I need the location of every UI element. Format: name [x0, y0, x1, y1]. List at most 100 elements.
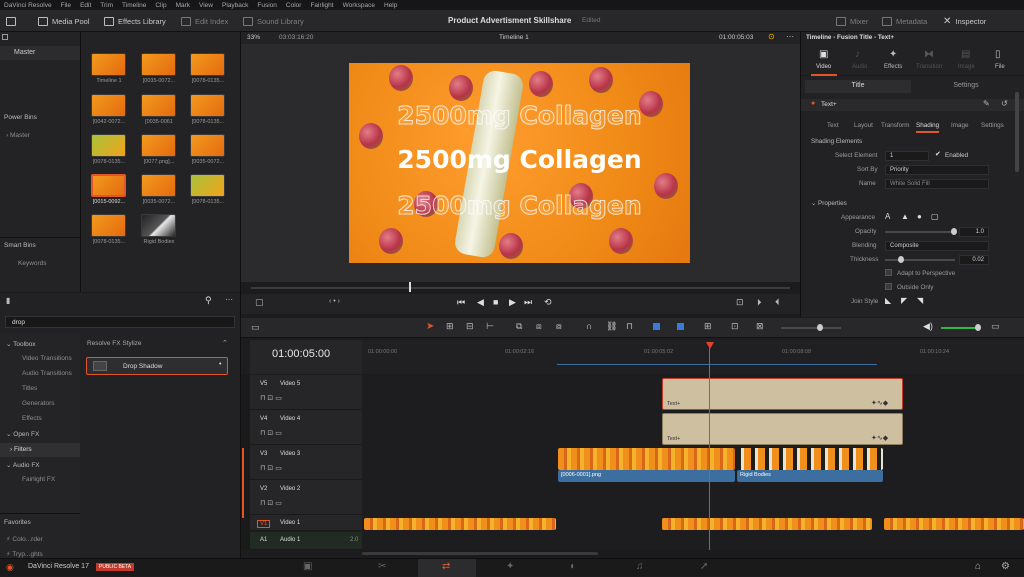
color-page-icon[interactable]: ◐	[570, 561, 576, 572]
track-lock-icon[interactable]: ⊓ ⊡ ▭	[260, 464, 282, 472]
menu-fairlight[interactable]: Fairlight	[310, 2, 333, 9]
timeline-view-icon[interactable]: ▭	[251, 322, 260, 333]
tree-video-transitions[interactable]: Video Transitions	[22, 355, 72, 362]
opacity-slider-handle[interactable]	[951, 228, 957, 235]
power-bin-master[interactable]: › Master	[6, 132, 30, 139]
media-thumb[interactable]	[190, 94, 225, 117]
media-thumb[interactable]	[190, 174, 225, 197]
last-frame-icon[interactable]: ⏭	[524, 297, 532, 308]
tab-image[interactable]: ▤ Image	[953, 44, 979, 76]
inspector-button[interactable]: ✕ Inspector	[943, 14, 986, 28]
join-bevel-icon[interactable]: ◥	[917, 296, 923, 305]
pencil-icon[interactable]: ✎	[983, 99, 990, 108]
first-frame-icon[interactable]: ⏮	[457, 297, 465, 308]
menu-help[interactable]: Help	[384, 2, 397, 9]
link-icon[interactable]: ⛓	[606, 321, 617, 332]
favorite-dot-icon[interactable]: •	[219, 361, 221, 368]
edit-page-tab[interactable]: ⇄	[418, 559, 476, 577]
media-thumb[interactable]	[141, 214, 176, 237]
media-thumb-selected[interactable]	[91, 174, 126, 197]
out-point-icon[interactable]: ⏴	[775, 297, 780, 308]
metadata-button[interactable]: Metadata	[882, 14, 927, 28]
dynamic-trim-icon[interactable]: ⊟	[466, 321, 474, 332]
outside-only-checkbox[interactable]	[885, 283, 892, 290]
zoom-level[interactable]: 33%	[247, 34, 260, 41]
tab-video[interactable]: ▣ Video	[811, 44, 837, 76]
loop-icon[interactable]: ⟲	[544, 297, 552, 308]
media-thumb[interactable]	[91, 53, 126, 76]
media-thumb[interactable]	[190, 134, 225, 157]
fairlight-page-icon[interactable]: ♫	[636, 561, 644, 572]
tree-open-fx[interactable]: ⌄ Open FX	[6, 430, 39, 438]
timeline-scroll-thumb[interactable]	[362, 552, 598, 555]
favorite-item[interactable]: ⚡ Tryp...ghts	[6, 550, 43, 558]
media-pool-button[interactable]: Media Pool	[38, 14, 90, 28]
appearance-fill-icon[interactable]: ▲	[901, 212, 909, 221]
media-thumb[interactable]	[141, 174, 176, 197]
tree-effects[interactable]: Effects	[22, 415, 42, 422]
tree-audio-transitions[interactable]: Audio Transitions	[22, 370, 72, 377]
tab-effects[interactable]: ✦ Effects	[881, 44, 907, 76]
rigid-bodies-label-bar[interactable]: Rigid Bodies	[737, 470, 883, 482]
track-header-v5[interactable]: V5 Video 5 ⊓ ⊡ ▭	[250, 375, 362, 410]
reset-icon[interactable]: ↺	[1001, 99, 1008, 108]
track-header-v1[interactable]: V1 Video 1	[250, 515, 362, 531]
text-tab-transform[interactable]: Transform	[881, 122, 909, 129]
timeline-selector[interactable]: Timeline 1	[499, 34, 529, 41]
join-miter-icon[interactable]: ◣	[885, 296, 891, 305]
flag-icon[interactable]	[653, 323, 660, 330]
cut-page-icon[interactable]: ✂	[378, 561, 386, 572]
name-field[interactable]: White Solid Fill	[885, 179, 989, 189]
tab-audio[interactable]: ♪ Audio	[847, 44, 873, 76]
settings-gear-icon[interactable]: ⚙	[1001, 561, 1010, 572]
media-thumb[interactable]	[141, 53, 176, 76]
tree-toolbox[interactable]: ⌄ Toolbox	[6, 340, 36, 348]
zoom-full-icon[interactable]: ⊞	[704, 321, 712, 332]
video-clip-v1[interactable]	[884, 518, 1024, 530]
zoom-slider-handle[interactable]	[817, 324, 823, 331]
enabled-checkbox[interactable]: ✔	[935, 150, 941, 158]
effects-more-icon[interactable]: ⋯	[225, 295, 233, 304]
fusion-page-icon[interactable]: ✦	[506, 561, 514, 572]
media-thumb[interactable]	[141, 134, 176, 157]
deliver-page-icon[interactable]: ➚	[700, 561, 708, 572]
menu-clip[interactable]: Clip	[155, 2, 166, 9]
tree-fairlight-fx[interactable]: Fairlight FX	[22, 476, 55, 483]
panel-toggle[interactable]	[6, 14, 16, 28]
blending-dropdown[interactable]: Composite	[885, 241, 989, 251]
play-icon[interactable]: ▶	[509, 297, 516, 308]
join-round-icon[interactable]: ◤	[901, 296, 907, 305]
tree-generators[interactable]: Generators	[22, 400, 55, 407]
video-clip-v1[interactable]	[364, 518, 556, 530]
reverse-icon[interactable]: ◀	[477, 297, 484, 308]
rigid-bodies-clip-v3[interactable]	[737, 448, 883, 470]
tree-titles[interactable]: Titles	[22, 385, 37, 392]
menu-file[interactable]: File	[61, 2, 71, 9]
collapse-icon[interactable]: ⌃	[222, 339, 228, 347]
trim-tool-icon[interactable]: ⊞	[446, 321, 454, 332]
insert-clip-icon[interactable]: ⧉	[516, 321, 522, 332]
drop-shadow-effect[interactable]: Drop Shadow •	[86, 357, 228, 375]
text-tab-layout[interactable]: Layout	[854, 122, 873, 129]
menu-workspace[interactable]: Workspace	[343, 2, 375, 9]
menu-fusion[interactable]: Fusion	[257, 2, 277, 9]
sort-by-dropdown[interactable]: Priority	[885, 165, 989, 175]
marker-icon[interactable]	[677, 323, 684, 330]
snapping-icon[interactable]: ∩	[586, 321, 592, 331]
track-lock-icon[interactable]: ⊓ ⊡ ▭	[260, 394, 282, 402]
subtab-settings[interactable]: Settings	[913, 80, 1019, 93]
track-lock-icon[interactable]: ⊓ ⊡ ▭	[260, 499, 282, 507]
effects-library-button[interactable]: Effects Library	[104, 14, 166, 28]
subtab-title[interactable]: Title	[805, 80, 911, 93]
opacity-slider[interactable]	[885, 231, 955, 233]
video-frame[interactable]: 2500mg Collagen 2500mg Collagen 2500mg C…	[349, 63, 690, 263]
timeline-scrollbar[interactable]	[362, 550, 1024, 558]
media-thumb[interactable]	[141, 94, 176, 117]
viewer-scrubber[interactable]	[251, 287, 790, 289]
media-thumb[interactable]	[190, 53, 225, 76]
text-tab-settings[interactable]: Settings	[981, 122, 1004, 129]
track-header-v2[interactable]: V2 Video 2 ⊓ ⊡ ▭	[250, 480, 362, 515]
text-clip-v5[interactable]: Text+ ✦∿◆	[662, 378, 903, 410]
thickness-value[interactable]: 0.02	[959, 255, 989, 265]
opacity-value[interactable]: 1.0	[959, 227, 989, 237]
